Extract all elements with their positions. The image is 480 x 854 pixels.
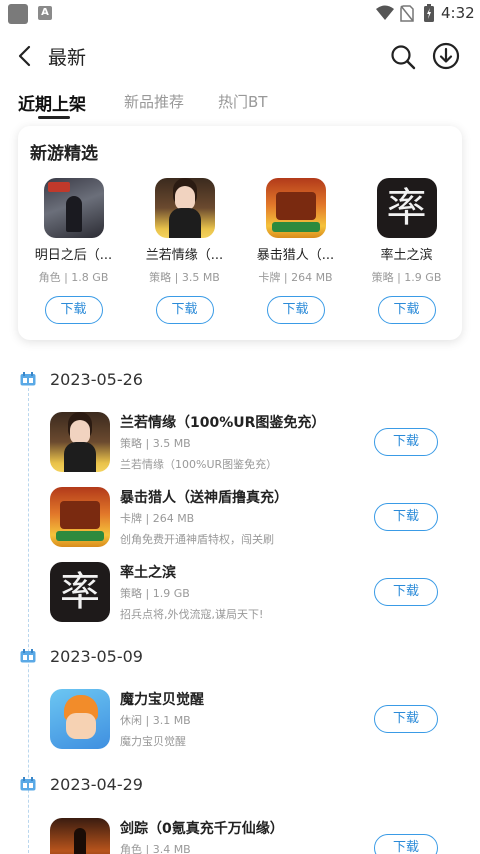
jianzong-game-icon[interactable] (50, 818, 110, 854)
status-bar: A 4:32 (0, 0, 480, 28)
game-description: 魔力宝贝觉醒 (120, 735, 186, 748)
download-button[interactable]: 下载 (374, 705, 438, 733)
download-button[interactable]: 下载 (374, 428, 438, 456)
lanruo-game-icon[interactable] (50, 412, 110, 472)
game-meta: 策略 | 3.5 MB (120, 437, 191, 450)
download-button[interactable]: 下载 (374, 578, 438, 606)
featured-item-name: 明日之后（... (34, 248, 113, 263)
game-list-item[interactable]: 兰若情缘（100%UR图鉴免充） 策略 | 3.5 MB 兰若情缘（100%UR… (50, 412, 460, 474)
featured-item-meta: 角色 | 1.8 GB (38, 271, 109, 284)
calendar-icon (20, 372, 36, 386)
tab-hot-bt[interactable]: 热门BT (218, 91, 267, 112)
tomorrow-game-icon[interactable] (43, 178, 104, 238)
featured-item-meta: 策略 | 1.9 GB (371, 271, 442, 284)
featured-item[interactable]: 暴击猎人（... 卡牌 | 264 MB 下载 (240, 178, 351, 324)
featured-item[interactable]: 率 率土之滨 策略 | 1.9 GB 下载 (351, 178, 462, 324)
game-meta: 卡牌 | 264 MB (120, 512, 195, 525)
notification-icon (8, 4, 28, 24)
featured-title: 新游精选 (30, 144, 98, 164)
moli-game-icon[interactable] (50, 689, 110, 749)
page-title: 最新 (48, 47, 87, 69)
featured-item[interactable]: 明日之后（... 角色 | 1.8 GB 下载 (18, 178, 129, 324)
game-description: 创角免费开通神盾特权，闯关刷 (120, 533, 274, 546)
status-time: 4:32 (441, 4, 475, 22)
baoji-game-icon[interactable] (265, 178, 326, 238)
featured-item-name: 率土之滨 (380, 248, 433, 263)
featured-item-meta: 策略 | 3.5 MB (149, 271, 220, 284)
active-tab-indicator (38, 116, 70, 119)
calendar-icon (20, 649, 36, 663)
download-button[interactable]: 下载 (44, 296, 103, 324)
lanruo-game-icon[interactable] (154, 178, 215, 238)
download-button[interactable]: 下载 (377, 296, 436, 324)
featured-item-name: 暴击猎人（... (256, 248, 335, 263)
game-name: 魔力宝贝觉醒 (120, 692, 204, 708)
game-list-item[interactable]: 剑踪（0氪真充千万仙缘） 角色 | 3.4 MB 下载 (50, 818, 460, 854)
shuaitu-game-icon[interactable]: 率 (376, 178, 437, 238)
download-button[interactable]: 下载 (266, 296, 325, 324)
download-manager-icon[interactable] (432, 42, 460, 70)
date-label: 2023-05-26 (50, 370, 143, 389)
game-description: 招兵点将,外伐流寇,谋局天下! (120, 608, 264, 621)
battery-icon (424, 4, 434, 22)
featured-item-name: 兰若情缘（... (145, 248, 224, 263)
search-icon[interactable] (390, 44, 416, 70)
featured-item-meta: 卡牌 | 264 MB (258, 271, 333, 284)
game-list-item[interactable]: 魔力宝贝觉醒 休闲 | 3.1 MB 魔力宝贝觉醒 下载 (50, 689, 460, 751)
game-list-item[interactable]: 暴击猎人（送神盾撸真充） 卡牌 | 264 MB 创角免费开通神盾特权，闯关刷 … (50, 487, 460, 549)
date-label: 2023-05-09 (50, 647, 143, 666)
featured-item[interactable]: 兰若情缘（... 策略 | 3.5 MB 下载 (129, 178, 240, 324)
back-arrow-icon[interactable] (14, 44, 36, 68)
game-name: 剑踪（0氪真充千万仙缘） (120, 821, 284, 837)
wifi-icon (376, 5, 394, 20)
baoji-game-icon[interactable] (50, 487, 110, 547)
game-meta: 角色 | 3.4 MB (120, 843, 191, 854)
game-description: 兰若情缘（100%UR图鉴免充） (120, 458, 278, 471)
game-name: 暴击猎人（送神盾撸真充） (120, 490, 288, 506)
game-list-item[interactable]: 率 率土之滨 策略 | 1.9 GB 招兵点将,外伐流寇,谋局天下! 下载 (50, 562, 460, 624)
download-button[interactable]: 下载 (155, 296, 214, 324)
featured-card: 新游精选 明日之后（... 角色 | 1.8 GB 下载 兰若情缘（... 策略… (18, 126, 462, 340)
download-button[interactable]: 下载 (374, 503, 438, 531)
game-meta: 休闲 | 3.1 MB (120, 714, 191, 727)
game-name: 兰若情缘（100%UR图鉴免充） (120, 415, 326, 431)
download-button[interactable]: 下载 (374, 834, 438, 854)
tab-new-recommend[interactable]: 新品推荐 (124, 91, 184, 112)
no-sim-icon (400, 5, 414, 22)
game-name: 率土之滨 (120, 565, 176, 581)
tab-recent[interactable]: 近期上架 (18, 90, 86, 115)
game-meta: 策略 | 1.9 GB (120, 587, 190, 600)
date-label: 2023-04-29 (50, 775, 143, 794)
shuaitu-game-icon[interactable]: 率 (50, 562, 110, 622)
app-notification-icon: A (38, 6, 52, 20)
calendar-icon (20, 777, 36, 791)
